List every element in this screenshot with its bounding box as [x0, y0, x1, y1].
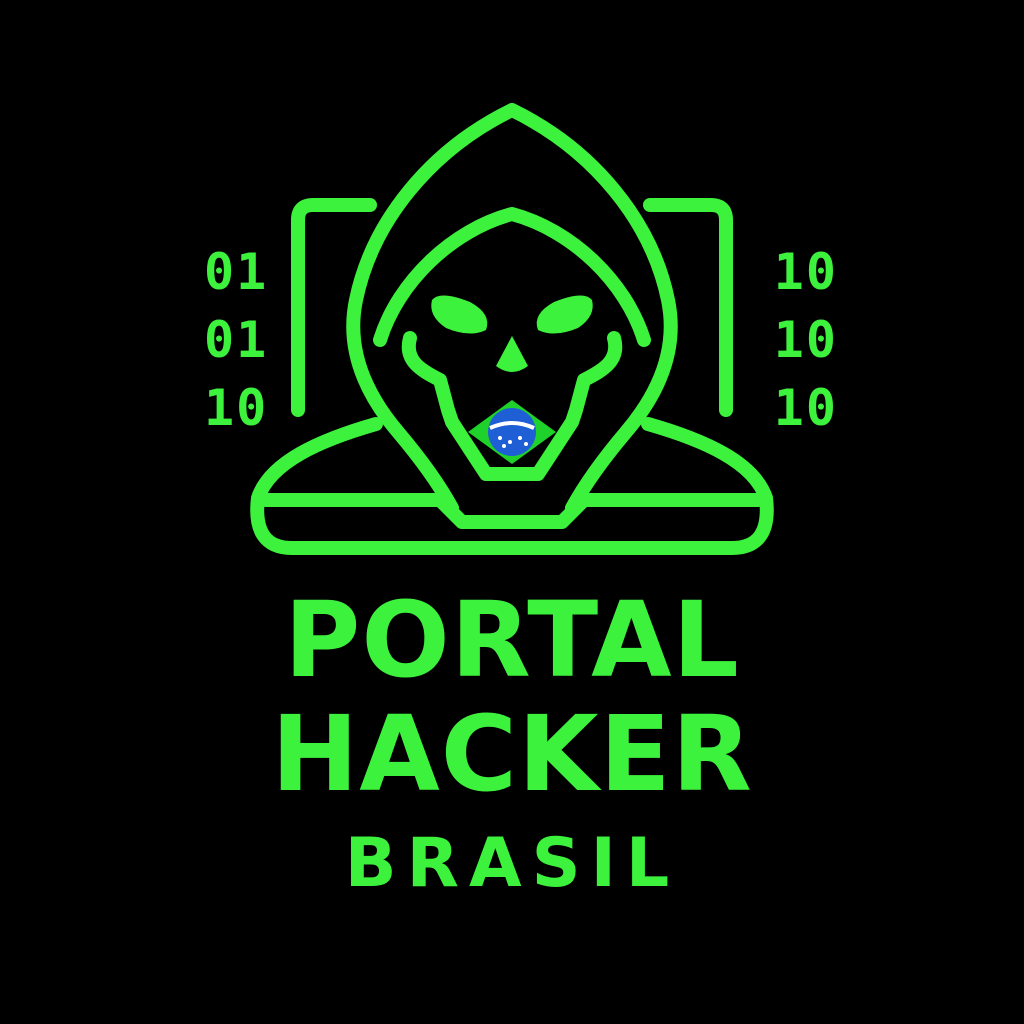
- binary-text: 01: [204, 311, 269, 369]
- binary-text: 10: [773, 243, 838, 301]
- laptop-base: [259, 493, 765, 529]
- brand-title-hacker: HACKER: [271, 693, 753, 815]
- brand-subtitle-brasil: BRASIL: [344, 824, 680, 903]
- binary-column-left: 01 01 10: [204, 244, 284, 436]
- skull-eye-right: [536, 295, 593, 334]
- binary-text: 10: [204, 379, 269, 437]
- hooded-skull-hacker-icon: [250, 103, 774, 555]
- binary-text: 10: [773, 311, 838, 369]
- binary-text: 10: [773, 379, 838, 437]
- skull-nose: [496, 336, 528, 372]
- hood-inner: [373, 207, 651, 347]
- logo-canvas: 01 01 10 10 10 10 PORTAL HACKER BRASIL: [0, 0, 1024, 1024]
- binary-text: 01: [204, 243, 269, 301]
- binary-column-right: 10 10 10: [758, 244, 838, 436]
- skull-eye-left: [431, 295, 488, 334]
- brand-title-portal: PORTAL: [284, 579, 740, 701]
